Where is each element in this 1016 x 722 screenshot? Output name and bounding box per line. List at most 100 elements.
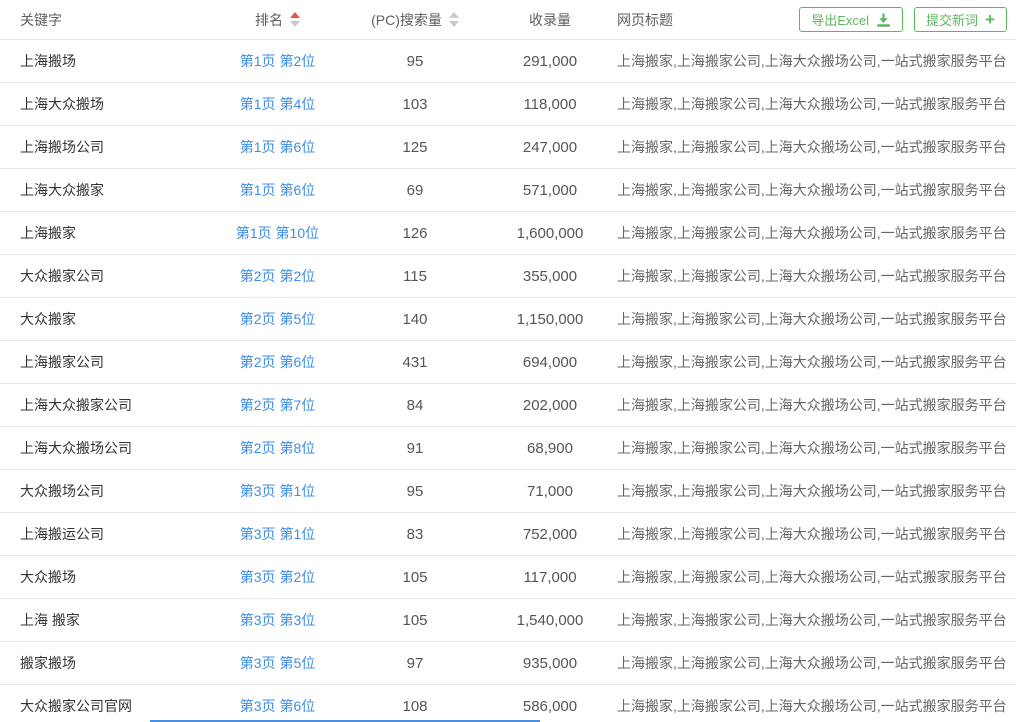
export-excel-button[interactable]: 导出Excel bbox=[799, 7, 903, 32]
indexed-cell: 1,600,000 bbox=[490, 225, 610, 242]
indexed-cell: 752,000 bbox=[490, 526, 610, 543]
rank-link[interactable]: 第2页 第5位 bbox=[240, 311, 315, 327]
column-label: 网页标题 bbox=[617, 10, 673, 30]
sort-desc-icon[interactable] bbox=[290, 21, 300, 27]
search-volume-cell: 95 bbox=[340, 53, 490, 70]
keyword-cell: 上海大众搬家 bbox=[0, 180, 215, 200]
indexed-cell: 117,000 bbox=[490, 569, 610, 586]
rank-link[interactable]: 第1页 第2位 bbox=[240, 53, 315, 69]
rank-cell: 第1页 第6位 bbox=[215, 137, 340, 157]
title-cell: 上海搬家,上海搬家公司,上海大众搬场公司,一站式搬家服务平台 bbox=[610, 653, 1016, 673]
indexed-cell: 71,000 bbox=[490, 483, 610, 500]
table-row: 上海搬场 第1页 第2位 95 291,000 上海搬家,上海搬家公司,上海大众… bbox=[0, 40, 1016, 83]
table-header: 关键字 排名 (PC)搜索量 收录量 网页标题 导出Excel bbox=[0, 0, 1016, 40]
rank-link[interactable]: 第1页 第4位 bbox=[240, 96, 315, 112]
keyword-cell: 上海 搬家 bbox=[0, 610, 215, 630]
title-cell: 上海搬家,上海搬家公司,上海大众搬场公司,一站式搬家服务平台 bbox=[610, 352, 1016, 372]
table-body: 上海搬场 第1页 第2位 95 291,000 上海搬家,上海搬家公司,上海大众… bbox=[0, 40, 1016, 722]
sort-asc-icon[interactable] bbox=[449, 12, 459, 18]
rank-link[interactable]: 第2页 第2位 bbox=[240, 268, 315, 284]
title-cell: 上海搬家,上海搬家公司,上海大众搬场公司,一站式搬家服务平台 bbox=[610, 524, 1016, 544]
title-cell: 上海搬家,上海搬家公司,上海大众搬场公司,一站式搬家服务平台 bbox=[610, 610, 1016, 630]
column-label: 排名 bbox=[255, 10, 283, 30]
table-row: 上海大众搬家公司 第2页 第7位 84 202,000 上海搬家,上海搬家公司,… bbox=[0, 384, 1016, 427]
rank-cell: 第3页 第6位 bbox=[215, 696, 340, 716]
rank-cell: 第3页 第1位 bbox=[215, 524, 340, 544]
rank-link[interactable]: 第1页 第6位 bbox=[240, 139, 315, 155]
indexed-cell: 694,000 bbox=[490, 354, 610, 371]
table-row: 上海大众搬家 第1页 第6位 69 571,000 上海搬家,上海搬家公司,上海… bbox=[0, 169, 1016, 212]
indexed-cell: 586,000 bbox=[490, 698, 610, 715]
rank-link[interactable]: 第3页 第2位 bbox=[240, 569, 315, 585]
rank-cell: 第2页 第7位 bbox=[215, 395, 340, 415]
title-cell: 上海搬家,上海搬家公司,上海大众搬场公司,一站式搬家服务平台 bbox=[610, 438, 1016, 458]
search-volume-cell: 95 bbox=[340, 483, 490, 500]
indexed-cell: 202,000 bbox=[490, 397, 610, 414]
keyword-cell: 大众搬家 bbox=[0, 309, 215, 329]
search-volume-cell: 126 bbox=[340, 225, 490, 242]
title-cell: 上海搬家,上海搬家公司,上海大众搬场公司,一站式搬家服务平台 bbox=[610, 567, 1016, 587]
rank-cell: 第2页 第2位 bbox=[215, 266, 340, 286]
indexed-cell: 118,000 bbox=[490, 96, 610, 113]
rank-cell: 第1页 第10位 bbox=[215, 223, 340, 243]
keyword-cell: 大众搬家公司 bbox=[0, 266, 215, 286]
column-header-rank[interactable]: 排名 bbox=[215, 10, 340, 30]
title-cell: 上海搬家,上海搬家公司,上海大众搬场公司,一站式搬家服务平台 bbox=[610, 223, 1016, 243]
keyword-cell: 上海搬家公司 bbox=[0, 352, 215, 372]
table-row: 大众搬家 第2页 第5位 140 1,150,000 上海搬家,上海搬家公司,上… bbox=[0, 298, 1016, 341]
submit-new-words-button[interactable]: 提交新词 + bbox=[914, 7, 1007, 32]
table-row: 上海 搬家 第3页 第3位 105 1,540,000 上海搬家,上海搬家公司,… bbox=[0, 599, 1016, 642]
sort-desc-icon[interactable] bbox=[449, 21, 459, 27]
keyword-cell: 大众搬场公司 bbox=[0, 481, 215, 501]
search-volume-cell: 83 bbox=[340, 526, 490, 543]
table-row: 上海搬家公司 第2页 第6位 431 694,000 上海搬家,上海搬家公司,上… bbox=[0, 341, 1016, 384]
column-header-search-volume[interactable]: (PC)搜索量 bbox=[340, 10, 490, 30]
export-excel-label: 导出Excel bbox=[811, 10, 869, 29]
rank-cell: 第2页 第5位 bbox=[215, 309, 340, 329]
submit-new-words-label: 提交新词 bbox=[926, 10, 978, 29]
rank-link[interactable]: 第3页 第5位 bbox=[240, 655, 315, 671]
search-volume-cell: 69 bbox=[340, 182, 490, 199]
rank-link[interactable]: 第3页 第3位 bbox=[240, 612, 315, 628]
title-cell: 上海搬家,上海搬家公司,上海大众搬场公司,一站式搬家服务平台 bbox=[610, 309, 1016, 329]
search-volume-cell: 103 bbox=[340, 96, 490, 113]
column-label: 收录量 bbox=[529, 10, 571, 30]
rank-cell: 第3页 第1位 bbox=[215, 481, 340, 501]
rank-link[interactable]: 第3页 第1位 bbox=[240, 526, 315, 542]
toolbar: 导出Excel 提交新词 + bbox=[799, 7, 1007, 32]
search-volume-cell: 125 bbox=[340, 139, 490, 156]
search-volume-cell: 115 bbox=[340, 268, 490, 285]
rank-link[interactable]: 第2页 第7位 bbox=[240, 397, 315, 413]
rank-link[interactable]: 第2页 第8位 bbox=[240, 440, 315, 456]
rank-sort-control[interactable] bbox=[290, 12, 300, 27]
download-icon bbox=[876, 13, 891, 27]
rank-link[interactable]: 第2页 第6位 bbox=[240, 354, 315, 370]
search-volume-cell: 91 bbox=[340, 440, 490, 457]
table-row: 上海搬场公司 第1页 第6位 125 247,000 上海搬家,上海搬家公司,上… bbox=[0, 126, 1016, 169]
search-volume-cell: 97 bbox=[340, 655, 490, 672]
search-volume-sort-control[interactable] bbox=[449, 12, 459, 27]
table-row: 大众搬家公司官网 第3页 第6位 108 586,000 上海搬家,上海搬家公司… bbox=[0, 685, 1016, 722]
table-row: 上海大众搬场 第1页 第4位 103 118,000 上海搬家,上海搬家公司,上… bbox=[0, 83, 1016, 126]
rank-cell: 第3页 第3位 bbox=[215, 610, 340, 630]
table-row: 搬家搬场 第3页 第5位 97 935,000 上海搬家,上海搬家公司,上海大众… bbox=[0, 642, 1016, 685]
column-label: 关键字 bbox=[20, 10, 62, 30]
column-header-indexed: 收录量 bbox=[490, 10, 610, 30]
table-row: 大众搬家公司 第2页 第2位 115 355,000 上海搬家,上海搬家公司,上… bbox=[0, 255, 1016, 298]
rank-link[interactable]: 第1页 第6位 bbox=[240, 182, 315, 198]
search-volume-cell: 431 bbox=[340, 354, 490, 371]
sort-asc-icon[interactable] bbox=[290, 12, 300, 18]
title-cell: 上海搬家,上海搬家公司,上海大众搬场公司,一站式搬家服务平台 bbox=[610, 137, 1016, 157]
indexed-cell: 935,000 bbox=[490, 655, 610, 672]
rank-link[interactable]: 第1页 第10位 bbox=[236, 225, 319, 241]
indexed-cell: 291,000 bbox=[490, 53, 610, 70]
rank-cell: 第1页 第2位 bbox=[215, 51, 340, 71]
rank-link[interactable]: 第3页 第6位 bbox=[240, 698, 315, 714]
rank-cell: 第1页 第6位 bbox=[215, 180, 340, 200]
keyword-cell: 上海大众搬场 bbox=[0, 94, 215, 114]
keyword-cell: 上海搬家 bbox=[0, 223, 215, 243]
indexed-cell: 247,000 bbox=[490, 139, 610, 156]
plus-icon: + bbox=[985, 11, 995, 28]
rank-link[interactable]: 第3页 第1位 bbox=[240, 483, 315, 499]
keyword-cell: 上海搬场公司 bbox=[0, 137, 215, 157]
